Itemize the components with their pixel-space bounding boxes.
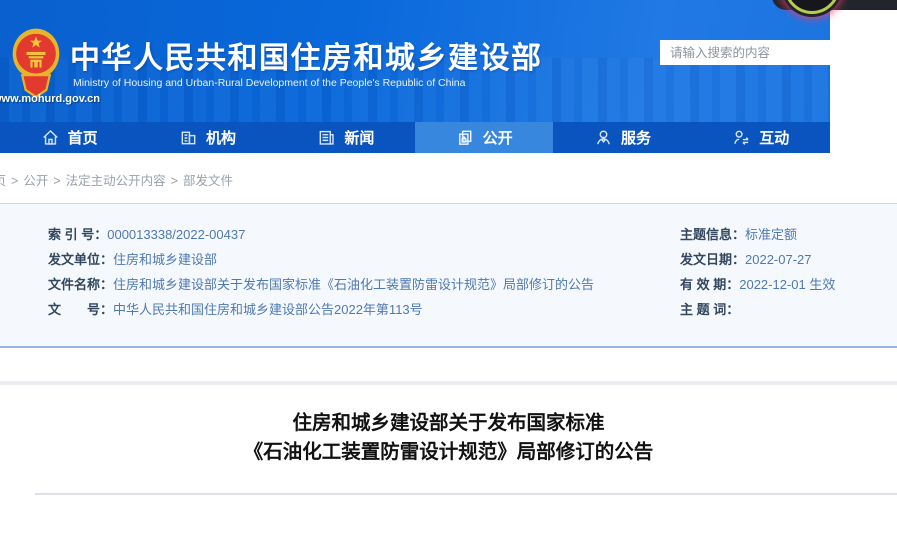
nav-item-label: 公开 (483, 127, 513, 148)
national-emblem-icon (10, 26, 62, 102)
home-icon (41, 128, 60, 147)
section-divider-band (0, 381, 897, 385)
article-title-line2: 《石油化工装置防雷设计规范》局部修订的公告 (0, 438, 897, 467)
info-row-issue-date: 发文日期：2022-07-27 (680, 247, 835, 272)
nav-item-services[interactable]: 服务 (553, 122, 691, 153)
info-row-document-number: 文 号：中华人民共和国住房和城乡建设部公告2022年第113号 (48, 297, 594, 322)
site-subtitle: Ministry of Housing and Urban-Rural Deve… (73, 77, 465, 89)
nav-item-label: 互动 (759, 127, 789, 148)
breadcrumb-separator: > (171, 174, 178, 188)
site-title: 中华人民共和国住房和城乡建设部 (70, 33, 543, 77)
info-label: 文 号： (48, 302, 113, 317)
info-column-left: 索 引 号：000013338/2022-00437 发文单位：住房和城乡建设部… (48, 222, 594, 322)
article-title-divider (35, 493, 897, 495)
info-label: 发文日期： (680, 252, 745, 267)
info-row-effective-date: 有 效 期：2022-12-01 生效 (680, 272, 835, 297)
nav-item-label: 新闻 (344, 127, 374, 148)
info-label: 有 效 期： (680, 277, 739, 292)
breadcrumb-open[interactable]: 公开 (23, 174, 48, 188)
nav-item-organization[interactable]: 机构 (138, 122, 276, 153)
info-label: 主 题 词： (680, 302, 739, 317)
info-row-keywords: 主 题 词： (680, 297, 835, 322)
nav-item-label: 服务 (621, 127, 651, 148)
nav-item-home[interactable]: 首页 (0, 122, 138, 153)
info-column-right: 主题信息：标准定额 发文日期：2022-07-27 有 效 期：2022-12-… (680, 222, 835, 322)
nav-item-label: 机构 (206, 127, 236, 148)
info-label: 文件名称： (48, 277, 113, 292)
info-value: 2022-12-01 生效 (739, 277, 835, 292)
breadcrumb-separator: > (53, 174, 60, 188)
info-value: 住房和城乡建设部 (113, 252, 217, 267)
info-value: 住房和城乡建设部关于发布国家标准《石油化工装置防雷设计规范》局部修订的公告 (113, 277, 594, 292)
open-docs-icon (456, 128, 475, 147)
site-url: www.mohurd.gov.cn (0, 93, 100, 105)
article-title: 住房和城乡建设部关于发布国家标准 《石油化工装置防雷设计规范》局部修订的公告 (0, 409, 897, 467)
article-title-line1: 住房和城乡建设部关于发布国家标准 (0, 409, 897, 438)
service-person-icon (594, 128, 613, 147)
breadcrumb-separator: > (11, 174, 18, 188)
breadcrumb-home[interactable]: 首页 (0, 174, 6, 188)
info-value: 2022-07-27 (745, 252, 812, 267)
info-row-index-number: 索 引 号：000013338/2022-00437 (48, 222, 594, 247)
breadcrumb: 首页 > 公开 > 法定主动公开内容 > 部发文件 (0, 170, 233, 189)
nav-item-interaction[interactable]: 互动 (692, 122, 830, 153)
info-label: 主题信息： (680, 227, 745, 242)
news-icon (317, 128, 336, 147)
info-row-topic-info: 主题信息：标准定额 (680, 222, 835, 247)
nav-item-open-information[interactable]: 公开 (415, 122, 553, 153)
building-icon (179, 128, 198, 147)
main-nav: 首页 机构 新闻 公开 (0, 122, 830, 153)
info-row-issuing-unit: 发文单位：住房和城乡建设部 (48, 247, 594, 272)
info-value: 中华人民共和国住房和城乡建设部公告2022年第113号 (113, 302, 423, 317)
info-row-document-name: 文件名称：住房和城乡建设部关于发布国家标准《石油化工装置防雷设计规范》局部修订的… (48, 272, 594, 297)
document-info-panel: 索 引 号：000013338/2022-00437 发文单位：住房和城乡建设部… (0, 203, 897, 348)
nav-item-label: 首页 (68, 127, 98, 148)
interaction-icon (732, 128, 751, 147)
search-input[interactable] (660, 40, 830, 65)
info-label: 索 引 号： (48, 227, 107, 242)
breadcrumb-ministry-documents[interactable]: 部发文件 (183, 174, 233, 188)
info-value: 标准定额 (745, 227, 797, 242)
page: 中华人民共和国住房和城乡建设部 Ministry of Housing and … (0, 0, 897, 557)
info-value: 000013338/2022-00437 (107, 227, 245, 242)
site-header: 中华人民共和国住房和城乡建设部 Ministry of Housing and … (0, 0, 830, 122)
breadcrumb-statutory-disclosure[interactable]: 法定主动公开内容 (66, 174, 166, 188)
nav-item-news[interactable]: 新闻 (277, 122, 415, 153)
info-label: 发文单位： (48, 252, 113, 267)
